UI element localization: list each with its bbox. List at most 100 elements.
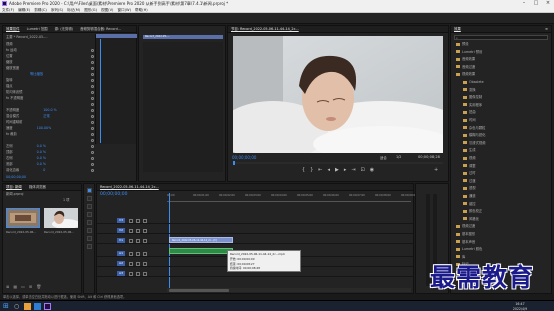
menu-item[interactable]: 视图(V) bbox=[101, 7, 113, 12]
effect-property-row[interactable]: 混合模式 正常 bbox=[6, 114, 50, 119]
effects-tree-item[interactable]: 基本声音 bbox=[456, 240, 475, 245]
reset-parameter-icon[interactable] bbox=[91, 73, 94, 76]
system-clock[interactable]: 16:47 2022/4/9 bbox=[505, 302, 535, 311]
effects-search-input[interactable]: ⌕ bbox=[454, 35, 548, 40]
sync-lock-icon[interactable] bbox=[136, 261, 140, 266]
reset-parameter-icon[interactable] bbox=[91, 61, 94, 64]
timeline-scroll-thumb[interactable] bbox=[169, 288, 229, 292]
effects-tree-item[interactable]: Lumetri 颜色 bbox=[456, 247, 482, 252]
reset-parameter-icon[interactable] bbox=[91, 103, 94, 106]
effects-tree-item[interactable]: 颜色校正 bbox=[463, 209, 482, 214]
effects-tree-item[interactable]: 基本图形 bbox=[456, 232, 475, 237]
play-icon[interactable]: ▶ bbox=[335, 167, 339, 175]
sync-lock-icon[interactable] bbox=[136, 228, 140, 233]
effect-property-row[interactable]: fx 不透明度 bbox=[6, 96, 23, 101]
effect-property-row[interactable] bbox=[6, 102, 30, 107]
effect-property-row[interactable]: 速度 100.00% bbox=[6, 126, 51, 131]
menu-item[interactable]: 帮助(H) bbox=[135, 7, 148, 12]
reset-parameter-icon[interactable] bbox=[91, 151, 94, 154]
effects-tree-item[interactable]: 杂色与颗粒 bbox=[463, 126, 485, 131]
sync-lock-icon[interactable] bbox=[136, 251, 140, 256]
effect-property-row[interactable]: 位置 bbox=[6, 54, 37, 59]
panel-menu-icon[interactable]: ≡ bbox=[545, 26, 548, 33]
lock-icon[interactable] bbox=[129, 238, 133, 243]
step-forward-icon[interactable]: ▸ bbox=[344, 167, 347, 175]
reset-parameter-icon[interactable] bbox=[91, 85, 94, 88]
eye-icon[interactable] bbox=[143, 261, 147, 266]
menu-item[interactable]: 文件(F) bbox=[2, 7, 14, 12]
lock-icon[interactable] bbox=[129, 228, 133, 233]
effect-property-row[interactable]: 旋转 bbox=[6, 78, 37, 83]
reset-parameter-icon[interactable] bbox=[91, 169, 94, 172]
add-button-icon[interactable]: + bbox=[434, 167, 438, 173]
program-video-frame[interactable] bbox=[218, 36, 473, 171]
effects-tree-item[interactable]: 视频 bbox=[463, 156, 476, 161]
effects-tree-item[interactable]: Lumetri 预设 bbox=[456, 50, 482, 55]
reset-parameter-icon[interactable] bbox=[91, 163, 94, 166]
hand-tool-icon[interactable] bbox=[87, 236, 92, 241]
reset-parameter-icon[interactable] bbox=[91, 133, 94, 136]
reset-parameter-icon[interactable] bbox=[91, 109, 94, 112]
search-taskbar-icon[interactable]: ○ bbox=[14, 303, 21, 310]
file-explorer-icon[interactable] bbox=[24, 303, 31, 310]
sync-lock-icon[interactable] bbox=[136, 238, 140, 243]
delete-icon[interactable]: 🗑 bbox=[36, 284, 41, 290]
timeline-sequence-tab[interactable]: Record_2022-05-06-11-44-14_2c... bbox=[100, 185, 159, 189]
lock-icon[interactable] bbox=[129, 251, 133, 256]
effect-property-value[interactable]: 正常 bbox=[43, 114, 50, 118]
project-clip-thumb-1[interactable] bbox=[6, 208, 40, 228]
timeline-timecode[interactable]: 00;00;00;00 bbox=[100, 192, 127, 197]
new-item-icon[interactable]: ⊞ bbox=[29, 284, 32, 290]
effect-property-value[interactable]: 100.0 % bbox=[43, 108, 57, 112]
eye-icon[interactable] bbox=[143, 228, 147, 233]
effect-controls-timecode[interactable]: 00;00;00;00 bbox=[6, 175, 26, 180]
program-fit-select[interactable]: 适合 bbox=[380, 155, 387, 160]
lock-icon[interactable] bbox=[129, 218, 133, 223]
effect-property-row[interactable]: 左侧 0.0 % bbox=[6, 144, 46, 149]
effects-tree-item[interactable]: 时间 bbox=[463, 118, 476, 123]
reset-parameter-icon[interactable] bbox=[91, 67, 94, 70]
program-scrub-bar[interactable] bbox=[233, 161, 443, 165]
effect-property-row[interactable]: 右侧 0.0 % bbox=[6, 156, 46, 161]
effect-property-row[interactable]: 不透明度 100.0 % bbox=[6, 108, 57, 113]
reset-parameter-icon[interactable] bbox=[91, 157, 94, 160]
eye-icon[interactable] bbox=[143, 218, 147, 223]
program-resolution-select[interactable]: 1/2 bbox=[396, 155, 401, 159]
tab-source[interactable]: 源: (无剪辑) bbox=[55, 27, 73, 31]
menu-item[interactable]: 剪辑(C) bbox=[34, 7, 47, 12]
selection-tool-icon[interactable] bbox=[87, 188, 92, 193]
effect-property-row[interactable]: fx 运动 bbox=[6, 48, 17, 53]
effect-property-row[interactable]: 顶部 0.0 % bbox=[6, 150, 46, 155]
effects-tree-item[interactable]: 视频效果 bbox=[456, 72, 475, 77]
go-to-in-icon[interactable]: ⇤ bbox=[318, 167, 322, 175]
effect-property-value[interactable]: 0.0 % bbox=[37, 144, 46, 148]
reset-parameter-icon[interactable] bbox=[91, 121, 94, 124]
track-target-label[interactable]: A2 bbox=[117, 261, 125, 266]
effect-property-row[interactable] bbox=[6, 138, 30, 143]
lock-icon[interactable] bbox=[129, 261, 133, 266]
menu-item[interactable]: 图形(G) bbox=[84, 7, 97, 12]
close-icon[interactable]: × bbox=[542, 0, 554, 7]
start-icon[interactable]: ⊞ bbox=[3, 303, 10, 310]
effects-tree-item[interactable]: 生成 bbox=[463, 148, 476, 153]
track-target-label[interactable]: A3 bbox=[117, 271, 125, 276]
effects-tree-item[interactable]: Obsolete bbox=[463, 80, 484, 85]
effects-tree-item[interactable]: 扭曲 bbox=[463, 110, 476, 115]
menu-item[interactable]: 窗口(W) bbox=[117, 7, 131, 12]
sync-lock-icon[interactable] bbox=[136, 218, 140, 223]
track-target-label[interactable]: V2 bbox=[117, 228, 125, 233]
timeline-ruler[interactable]: 00;00 00;00;01;00 00;00;02;00 00;00;03;00 00… bbox=[167, 194, 417, 200]
menu-item[interactable]: 序列(S) bbox=[51, 7, 63, 12]
lock-icon[interactable] bbox=[129, 271, 133, 276]
audio-clip[interactable] bbox=[169, 248, 233, 254]
effect-property-value[interactable]: 0.0 % bbox=[37, 150, 46, 154]
tab-media-browser[interactable]: 媒体浏览器 bbox=[29, 185, 46, 189]
effect-property-row[interactable]: fx 裁剪 bbox=[6, 132, 17, 137]
effect-keyframe-area[interactable] bbox=[95, 34, 137, 144]
effect-property-value[interactable]: 等比缩放 bbox=[30, 72, 43, 76]
track-select-tool-icon[interactable] bbox=[87, 196, 92, 201]
effect-property-row[interactable]: 时间重映射 bbox=[6, 120, 22, 125]
effect-property-row[interactable]: 锚点 bbox=[6, 84, 37, 89]
export-frame-icon[interactable]: ◉ bbox=[370, 167, 374, 175]
track-target-label[interactable]: A1 bbox=[117, 251, 125, 256]
